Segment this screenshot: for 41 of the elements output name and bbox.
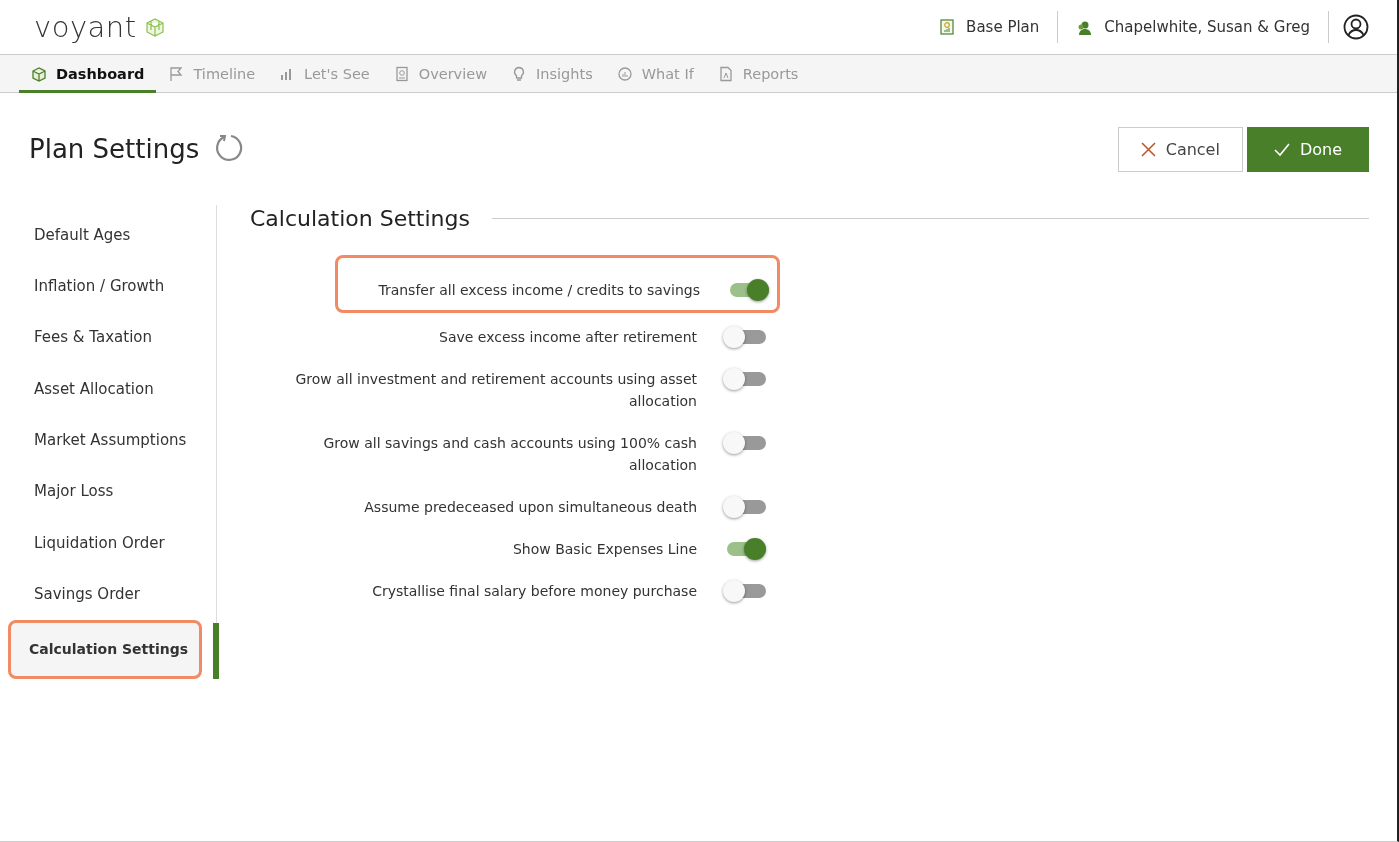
page-title: Plan Settings <box>29 134 200 164</box>
done-button[interactable]: Done <box>1246 126 1369 172</box>
setting-label: Grow all savings and cash accounts using 100% cash allocation <box>322 434 697 475</box>
cancel-button[interactable]: Cancel <box>1117 126 1243 172</box>
setting-label: Assume predeceased upon simultaneous death <box>364 498 697 517</box>
plan-document-icon <box>940 19 955 35</box>
toggle-switch[interactable] <box>723 326 766 348</box>
document-icon <box>393 66 410 82</box>
toggle-switch[interactable] <box>723 580 766 602</box>
client-name[interactable]: Chapelwhite, Susan & Greg <box>1104 18 1310 36</box>
sidebar-item[interactable]: Market Assumptions <box>8 414 202 466</box>
gauge-icon <box>616 66 633 82</box>
box-icon <box>31 66 47 82</box>
sidebar-item[interactable]: Liquidation Order <box>8 517 202 569</box>
checkmark-icon <box>1273 141 1290 157</box>
user-account-icon[interactable] <box>1343 14 1369 40</box>
cube-logo-icon <box>144 17 165 37</box>
sidebar-item[interactable]: Inflation / Growth <box>8 260 202 312</box>
toggle-switch[interactable] <box>723 432 766 454</box>
logo-text: voyant <box>34 10 137 44</box>
sidebar-item[interactable]: Default Ages <box>8 209 202 261</box>
section-title: Calculation Settings <box>250 205 470 231</box>
active-indicator <box>213 622 219 679</box>
sidebar-item[interactable]: Fees & Taxation <box>8 311 202 364</box>
toggle-switch[interactable] <box>723 496 766 518</box>
pdf-document-icon <box>717 66 734 82</box>
setting-label: Show Basic Expenses Line <box>512 540 697 559</box>
sidebar-item[interactable]: Savings Order <box>8 568 202 620</box>
toggle-switch[interactable] <box>723 368 766 390</box>
people-icon <box>1076 19 1093 35</box>
setting-label: Transfer all excess income / credits to savings <box>378 281 700 300</box>
setting-label: Crystallise final salary before money purchase <box>372 582 697 601</box>
nav-tab[interactable]: Dashboard <box>19 55 157 93</box>
sidebar-item[interactable]: Major Loss <box>8 465 202 518</box>
flag-icon <box>168 66 185 82</box>
sidebar-item[interactable]: Asset Allocation <box>8 363 202 415</box>
plan-name[interactable]: Base Plan <box>966 18 1040 36</box>
setting-label: Save excess income after retirement <box>439 328 697 347</box>
lightbulb-icon <box>511 66 527 82</box>
close-icon <box>1140 141 1156 157</box>
setting-label: Grow all investment and retirement accounts using asset allocation <box>294 370 697 411</box>
